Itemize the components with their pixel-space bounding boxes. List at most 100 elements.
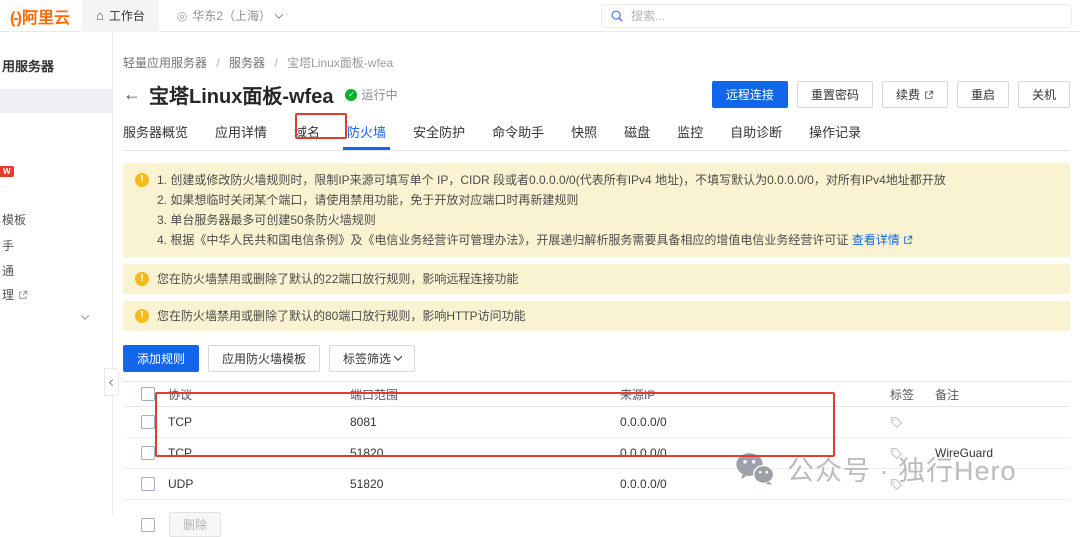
- cell-port: 8081: [350, 415, 620, 429]
- tab-server-overview[interactable]: 服务器概览: [123, 122, 188, 150]
- cell-remark: WireGuard: [935, 446, 1070, 460]
- col-source: 来源IP: [620, 386, 890, 403]
- running-check-icon: ✓: [345, 89, 357, 101]
- table-row: TCP 8081 0.0.0.0/0: [123, 407, 1070, 438]
- col-protocol: 协议: [168, 386, 350, 403]
- cell-source: 0.0.0.0/0: [620, 477, 890, 491]
- home-icon: ⌂: [96, 8, 104, 23]
- tab-security[interactable]: 安全防护: [413, 122, 465, 150]
- breadcrumb-separator: /: [216, 56, 219, 70]
- sidebar-item-label: 通: [2, 262, 14, 279]
- chevron-down-icon: [394, 352, 402, 360]
- notice-line: 3. 单台服务器最多可创建50条防火墙规则: [157, 210, 946, 230]
- workbench-button[interactable]: ⌂ 工作台: [82, 0, 159, 32]
- status-badge: ✓ 运行中: [345, 86, 397, 103]
- notice-line: 1. 创建或修改防火墙规则时，限制IP来源可填写单个 IP，CIDR 段或者0.…: [157, 170, 946, 190]
- warning-icon: !: [135, 173, 149, 187]
- sidebar-collapse-handle[interactable]: [104, 368, 119, 396]
- topbar: (-) 阿里云 ⌂ 工作台 ◎ 华东2（上海）: [0, 0, 1080, 32]
- location-icon: ◎: [177, 9, 187, 23]
- remote-connect-button[interactable]: 远程连接: [712, 81, 788, 108]
- aliyun-logo[interactable]: (-) 阿里云: [10, 4, 70, 28]
- status-text: 运行中: [361, 86, 397, 103]
- main-content: 轻量应用服务器 / 服务器 / 宝塔Linux面板-wfea ← 宝塔Linux…: [113, 32, 1080, 516]
- shutdown-button[interactable]: 关机: [1018, 81, 1070, 108]
- cell-protocol: TCP: [168, 415, 350, 429]
- renew-button[interactable]: 续费: [882, 81, 948, 108]
- sidebar-item-label: 手: [2, 237, 14, 254]
- cell-port: 51820: [350, 477, 620, 491]
- breadcrumb: 轻量应用服务器 / 服务器 / 宝塔Linux面板-wfea: [123, 54, 1070, 71]
- global-search[interactable]: [601, 4, 1072, 28]
- apply-firewall-template-button[interactable]: 应用防火墙模板: [208, 345, 320, 372]
- cell-protocol: UDP: [168, 477, 350, 491]
- warning-icon: !: [135, 272, 149, 286]
- renew-label: 续费: [896, 86, 920, 103]
- tag-icon[interactable]: [890, 478, 903, 491]
- tag-icon[interactable]: [890, 416, 903, 429]
- row-checkbox[interactable]: [141, 415, 155, 429]
- sidebar-item-template[interactable]: 模板: [2, 211, 26, 228]
- chevron-down-icon: [275, 10, 283, 18]
- bulk-select-checkbox[interactable]: [141, 518, 155, 532]
- new-badge: W: [0, 166, 14, 177]
- cell-source: 0.0.0.0/0: [620, 415, 890, 429]
- view-details-label: 查看详情: [852, 230, 900, 250]
- col-port: 端口范围: [350, 386, 620, 403]
- col-remark: 备注: [935, 386, 1070, 403]
- aliyun-logo-icon: (-): [10, 10, 20, 28]
- tab-firewall[interactable]: 防火墙: [347, 122, 386, 150]
- port80-warning: ! 您在防火墙禁用或删除了默认的80端口放行规则，影响HTTP访问功能: [123, 301, 1070, 331]
- tag-icon[interactable]: [890, 447, 903, 460]
- cell-source: 0.0.0.0/0: [620, 446, 890, 460]
- notice-line: 4. 根据《中华人民共和国电信条例》及《电信业务经营许可管理办法》，开展递归解析…: [157, 230, 946, 250]
- table-row: TCP 51820 0.0.0.0/0 WireGuard: [123, 438, 1070, 469]
- breadcrumb-current: 宝塔Linux面板-wfea: [287, 56, 393, 70]
- row-checkbox[interactable]: [141, 477, 155, 491]
- region-label: 华东2（上海）: [192, 7, 271, 24]
- notice-line-text: 4. 根据《中华人民共和国电信条例》及《电信业务经营许可管理办法》，开展递归解析…: [157, 233, 848, 247]
- port22-warning: ! 您在防火墙禁用或删除了默认的22端口放行规则，影响远程连接功能: [123, 264, 1070, 294]
- table-row: UDP 51820 0.0.0.0/0: [123, 469, 1070, 500]
- firewall-rules-notice: ! 1. 创建或修改防火墙规则时，限制IP来源可填写单个 IP，CIDR 段或者…: [123, 163, 1070, 257]
- breadcrumb-link-console[interactable]: 轻量应用服务器: [123, 56, 207, 70]
- tab-snapshot[interactable]: 快照: [571, 122, 597, 150]
- breadcrumb-link-servers[interactable]: 服务器: [229, 56, 265, 70]
- search-icon: [610, 9, 624, 23]
- select-all-checkbox[interactable]: [141, 387, 155, 401]
- tab-self-diagnosis[interactable]: 自助诊断: [730, 122, 782, 150]
- port22-warning-text: 您在防火墙禁用或删除了默认的22端口放行规则，影响远程连接功能: [157, 269, 518, 289]
- tab-command-assistant[interactable]: 命令助手: [492, 122, 544, 150]
- restart-button[interactable]: 重启: [957, 81, 1009, 108]
- view-details-link[interactable]: 查看详情: [852, 230, 913, 250]
- page-header: ← 宝塔Linux面板-wfea ✓ 运行中 远程连接 重置密码 续费 重启 关…: [123, 80, 1070, 109]
- row-checkbox[interactable]: [141, 446, 155, 460]
- external-link-icon: [903, 235, 913, 245]
- notice-line: 2. 如果想临时关闭某个端口，请使用禁用功能，免于开放对应端口时再新建规则: [157, 190, 946, 210]
- sidebar-item-selected[interactable]: [0, 89, 112, 113]
- tag-filter-dropdown[interactable]: 标签筛选: [329, 345, 415, 372]
- back-arrow-icon[interactable]: ←: [123, 84, 141, 105]
- sidebar-item-label: 模板: [2, 211, 26, 228]
- warning-icon: !: [135, 309, 149, 323]
- sidebar-collapse-chevron-icon[interactable]: [81, 311, 89, 319]
- reset-password-button[interactable]: 重置密码: [797, 81, 873, 108]
- sidebar-title: 用服务器: [2, 56, 112, 75]
- external-link-icon: [924, 90, 934, 100]
- col-tag: 标签: [890, 386, 935, 403]
- tab-bar: 服务器概览 应用详情 域名 防火墙 安全防护 命令助手 快照 磁盘 监控 自助诊…: [123, 122, 1070, 151]
- tab-disk[interactable]: 磁盘: [624, 122, 650, 150]
- tab-operation-log[interactable]: 操作记录: [809, 122, 861, 150]
- sidebar-item-manage[interactable]: 理: [2, 286, 28, 303]
- tag-filter-label: 标签筛选: [343, 350, 391, 367]
- tab-monitoring[interactable]: 监控: [677, 122, 703, 150]
- search-input[interactable]: [631, 9, 1063, 23]
- table-header-row: 协议 端口范围 来源IP 标签 备注: [123, 381, 1070, 407]
- sidebar-item-label: 理: [2, 286, 14, 303]
- sidebar-item-assistant[interactable]: 手: [2, 237, 14, 254]
- region-selector[interactable]: ◎ 华东2（上海）: [177, 7, 282, 24]
- add-rule-button[interactable]: 添加规则: [123, 345, 199, 372]
- tab-app-details[interactable]: 应用详情: [215, 122, 267, 150]
- tab-domain[interactable]: 域名: [294, 122, 320, 150]
- sidebar-item-connect[interactable]: 通: [2, 262, 14, 279]
